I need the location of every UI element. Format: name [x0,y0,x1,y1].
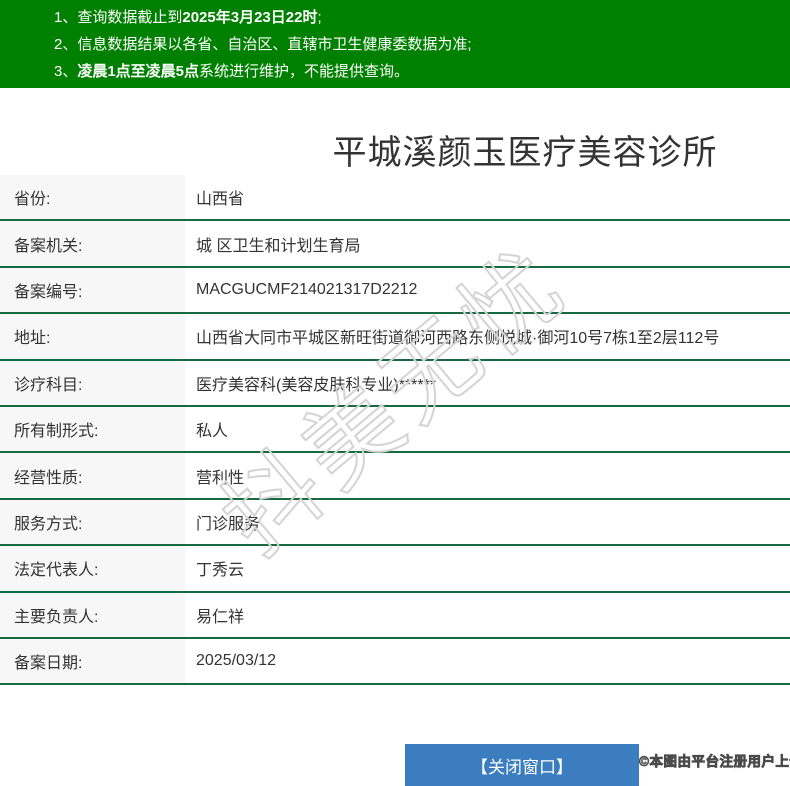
notice-text: ; [317,9,322,26]
row-value: 门诊服务 [196,515,261,533]
row-label: 主要负责人: [0,592,185,637]
row-label: 服务方式: [0,499,185,545]
table-row-filing-date: 备案日期: 2025/03/12 [0,638,790,686]
table-row-legal-representative: 法定代表人: 丁秀云 [0,546,790,593]
close-window-button[interactable]: 【关闭窗口】 [405,744,639,786]
table-row-address: 地址: 山西省大同市平城区新旺街道御河西路东侧悦城·御河10号7栋1至2层112… [0,314,790,361]
info-table: 省份: 山西省 备案机关: 城 区卫生和计划生育局 备案编号: MACGUCMF… [0,175,790,686]
table-row-filing-number: 备案编号: MACGUCMF214021317D2212 [0,267,790,315]
table-row-main-person-in-charge: 主要负责人: 易仁祥 [0,592,790,639]
table-row-business-nature: 经营性质: 营利性 [0,453,790,500]
row-value: 丁秀云 [196,562,245,580]
row-value: 山西省大同市平城区新旺街道御河西路东侧悦城·御河10号7栋1至2层112号 [196,330,720,348]
row-value: 易仁祥 [196,608,245,626]
notice-line-1: 1、查询数据截止到2025年3月23日22时; [54,4,780,31]
notice-text-bold: 凌晨1点至凌晨5点 [77,63,200,80]
row-value: 城 区卫生和计划生育局 [196,237,361,255]
row-label: 备案机关: [0,221,185,266]
table-row-filing-authority: 备案机关: 城 区卫生和计划生育局 [0,221,790,268]
row-label: 诊疗科目: [0,360,185,405]
uploaded-by-stamp: ©本图由平台注册用户上传 [639,754,790,770]
notice-text-bold: 2025年3月23日22时 [182,9,318,26]
row-label: 省份: [0,175,185,220]
row-label: 所有制形式: [0,406,185,452]
row-value: MACGUCMF214021317D2212 [196,280,418,298]
table-row-treatment-subjects: 诊疗科目: 医疗美容科(美容皮肤科专业)****** [0,360,790,407]
row-value: 私人 [196,423,229,441]
notice-number: 1、 [54,9,78,26]
row-label: 地址: [0,314,185,359]
notice-number: 3、 [54,63,78,80]
row-value: 医疗美容科(美容皮肤科专业)****** [196,376,437,394]
row-label: 备案日期: [0,638,185,684]
page-title: 平城溪颜玉医疗美容诊所 [332,133,718,172]
table-row-province: 省份: 山西省 [0,175,790,222]
notice-text: 查询数据截止到 [77,9,183,26]
row-value: 2025/03/12 [196,652,277,670]
row-label: 备案编号: [0,267,185,313]
notice-line-3: 3、凌晨1点至凌晨5点系统进行维护，不能提供查询。 [54,58,780,85]
table-row-ownership-form: 所有制形式: 私人 [0,406,790,454]
notice-text: 信息数据结果以各省、自治区、直辖市卫生健康委数据为准; [77,36,472,53]
notice-number: 2、 [54,36,78,53]
row-value: 山西省 [196,191,245,209]
notice-text: 系统进行维护，不能提供查询。 [199,63,410,80]
notice-bar: 1、查询数据截止到2025年3月23日22时; 2、信息数据结果以各省、自治区、… [0,0,790,88]
row-label: 法定代表人: [0,546,185,591]
row-label: 经营性质: [0,453,185,498]
table-row-service-mode: 服务方式: 门诊服务 [0,499,790,547]
row-value: 营利性 [196,469,245,487]
notice-line-2: 2、信息数据结果以各省、自治区、直辖市卫生健康委数据为准; [54,31,780,58]
